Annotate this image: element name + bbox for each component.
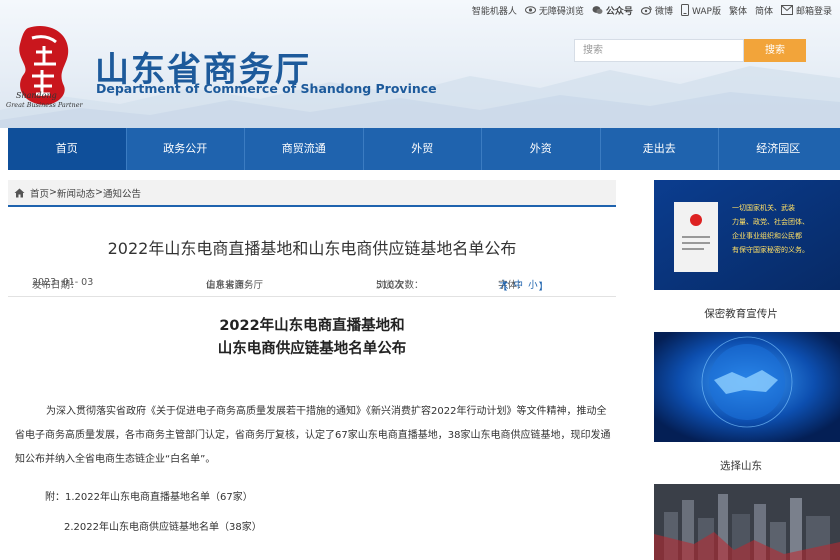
mail-icon [780, 5, 793, 15]
font-bracket: 】 [538, 282, 549, 293]
article-meta: 发布日期： 2023- 01- 03 信息来源： 山东省商务厅 浏览次数： 510… [8, 273, 616, 297]
banner-text-1: 一切国家机关、武装 [732, 203, 795, 212]
weibo-link[interactable]: 微博 [640, 4, 673, 17]
home-icon [14, 188, 25, 197]
nav-foreign-trade[interactable]: 外贸 [364, 128, 482, 170]
main-nav: 首页 政务公开 商贸流通 外贸 外资 走出去 经济园区 [8, 128, 840, 170]
mail-link[interactable]: 邮箱登录 [780, 4, 832, 17]
simplified-link[interactable]: 简体 [755, 4, 773, 17]
attachment-link-1[interactable]: 附：1.2022年山东电商直播基地名单（67家） [45, 488, 253, 503]
robot-link[interactable]: 智能机器人 [472, 4, 517, 17]
weibo-label: 微博 [654, 6, 673, 17]
banner-text-3: 企业事业组织和公民都 [732, 231, 802, 240]
mail-label: 邮箱登录 [795, 6, 832, 17]
logo-text-slogan: Great Business Partner [6, 101, 83, 109]
banner-text-4: 有保守国家秘密的义务。 [732, 245, 809, 254]
font-size-options: 【大 中 小】 [498, 277, 548, 293]
choose-shandong-banner[interactable] [654, 332, 840, 442]
breadcrumb-notices[interactable]: 通知公告 [103, 186, 141, 200]
nav-going-global[interactable]: 走出去 [601, 128, 719, 170]
nav-home[interactable]: 首页 [8, 128, 127, 170]
traditional-label: 繁体 [728, 6, 747, 17]
mobile-icon [680, 4, 689, 16]
views-value: 510次 [376, 280, 404, 291]
site-header: 智能机器人 无障碍浏览 公众号 微博 WAP版 繁体 简体 邮箱登录 Shand… [0, 0, 840, 128]
article-paragraph: 为深入贯彻落实省政府《关于促进电子商务高质量发展若干措施的通知》《新兴消费扩容2… [15, 406, 611, 465]
sidebar-caption-choose-shandong[interactable]: 选择山东 [654, 458, 828, 473]
sidebar-caption-secrecy[interactable]: 保密教育宣传片 [654, 306, 828, 321]
breadcrumb-sep: > [95, 187, 103, 198]
top-utility-bar: 智能机器人 无障碍浏览 公众号 微博 WAP版 繁体 简体 邮箱登录 [464, 2, 832, 18]
search-button[interactable]: 搜索 [744, 39, 806, 62]
wap-link[interactable]: WAP版 [680, 4, 721, 17]
city-banner[interactable] [654, 484, 840, 560]
font-small-button[interactable]: 小 [528, 280, 538, 291]
search-input[interactable]: 搜索 [574, 39, 744, 62]
font-medium-button[interactable]: 中 [514, 280, 524, 291]
wap-label: WAP版 [691, 6, 721, 17]
traditional-link[interactable]: 繁体 [729, 4, 747, 17]
wechat-icon [592, 6, 603, 14]
breadcrumb-home[interactable]: 首页 [30, 186, 49, 200]
sidebar: 一切国家机关、武装 力量、政党、社会团体、 企业事业组织和公民都 有保守国家秘密… [654, 180, 840, 560]
nav-economic-parks[interactable]: 经济园区 [719, 128, 838, 170]
document-title-line2: 山东电商供应链基地名单公布 [217, 341, 407, 357]
wechat-label: 公众号 [605, 6, 633, 17]
wechat-link[interactable]: 公众号 [592, 4, 633, 17]
accessible-link[interactable]: 无障碍浏览 [524, 4, 584, 17]
breadcrumb: 首页 > 新闻动态 > 通知公告 [8, 180, 616, 207]
document-title: 2022年山东电商直播基地和 山东电商供应链基地名单公布 [8, 315, 616, 361]
document-title-line1: 2022年山东电商直播基地和 [219, 318, 405, 334]
main-content: 首页 > 新闻动态 > 通知公告 2022年山东电商直播基地和山东电商供应链基地… [8, 180, 616, 560]
nav-government[interactable]: 政务公开 [127, 128, 245, 170]
site-subtitle: Department of Commerce of Shandong Provi… [96, 81, 437, 96]
article-title: 2022年山东电商直播基地和山东电商供应链基地名单公布 [107, 239, 517, 258]
date-value: 2023- 01- 03 [32, 277, 94, 288]
breadcrumb-sep: > [49, 187, 57, 198]
simplified-label: 简体 [754, 6, 773, 17]
logo-text-shandong: Shandong [16, 91, 57, 100]
secrecy-education-banner[interactable]: 一切国家机关、武装 力量、政党、社会团体、 企业事业组织和公民都 有保守国家秘密… [654, 180, 840, 290]
nav-foreign-investment[interactable]: 外资 [482, 128, 601, 170]
robot-label: 智能机器人 [471, 6, 517, 17]
source-value: 山东省商务厅 [206, 280, 264, 291]
accessible-label: 无障碍浏览 [538, 6, 584, 17]
breadcrumb-news[interactable]: 新闻动态 [57, 186, 95, 200]
attachment-link-2[interactable]: 2.2022年山东电商供应链基地名单（38家） [64, 518, 262, 533]
nav-trade-circulation[interactable]: 商贸流通 [245, 128, 364, 170]
banner-text-2: 力量、政党、社会团体、 [732, 217, 809, 226]
font-bracket: 【 [498, 282, 508, 293]
eye-icon [524, 6, 536, 14]
weibo-icon [640, 6, 652, 15]
